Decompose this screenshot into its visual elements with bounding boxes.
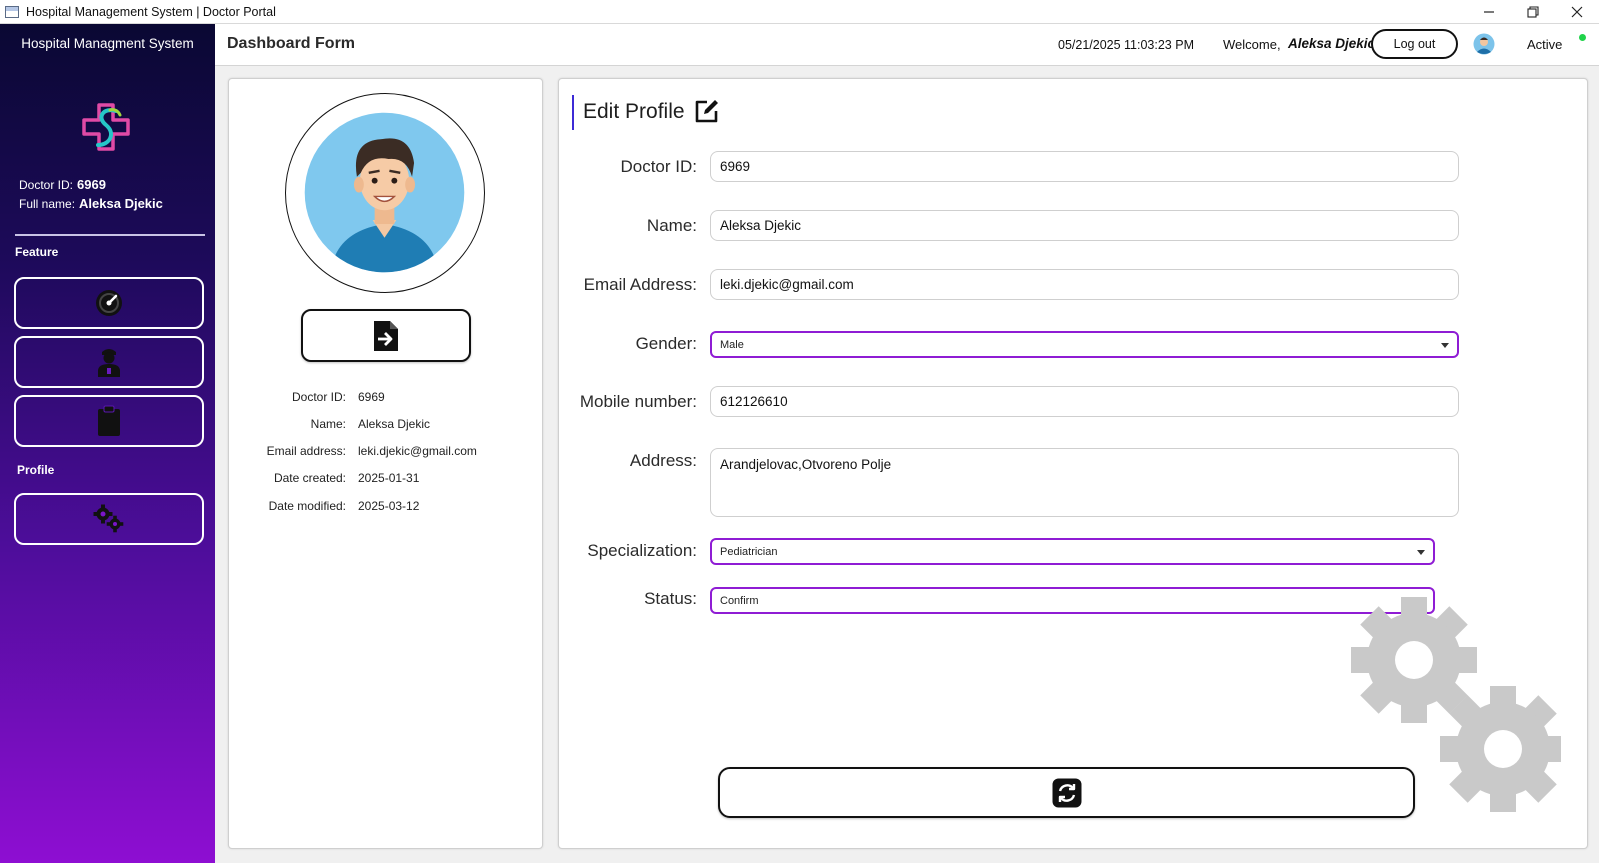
sidebar-heading-profile: Profile xyxy=(17,463,55,477)
chevron-down-icon xyxy=(1417,550,1425,555)
gears-icon xyxy=(93,504,124,533)
doctor-avatar-icon xyxy=(304,112,465,273)
specialization-select[interactable]: Pediatrician xyxy=(710,538,1435,565)
file-import-icon xyxy=(374,320,398,351)
datetime-text: 05/21/2025 11:03:23 PM xyxy=(1058,38,1194,52)
profile-row-label: Doctor ID: xyxy=(291,390,346,404)
restore-icon xyxy=(1527,6,1539,18)
minimize-button[interactable] xyxy=(1467,0,1511,24)
status-select-value: Confirm xyxy=(720,594,759,607)
import-photo-button[interactable] xyxy=(301,309,471,362)
dashboard-gauge-icon xyxy=(96,290,122,316)
window-title-bar: Hospital Management System | Doctor Port… xyxy=(0,0,1599,24)
profile-row-value: leki.djekic@gmail.com xyxy=(358,444,477,458)
sidebar-doctors-button[interactable] xyxy=(14,336,204,388)
gender-select[interactable]: Male xyxy=(710,331,1459,358)
mobile-number-field[interactable]: 612126610 xyxy=(710,386,1459,417)
close-icon xyxy=(1571,6,1583,18)
name-label: Name: xyxy=(646,216,697,235)
welcome-label: Welcome, xyxy=(1223,37,1281,52)
user-avatar-icon[interactable] xyxy=(1473,33,1495,55)
sidebar-doctor-id-label: Doctor ID: xyxy=(19,178,74,192)
form-title-accent xyxy=(572,95,574,130)
profile-row-date-modified: Date modified: 2025-03-12 xyxy=(229,499,544,517)
chevron-down-icon xyxy=(1441,343,1449,348)
edit-profile-title: Edit Profile xyxy=(583,100,685,123)
sidebar-full-name: Full name: Aleksa Djekic xyxy=(19,196,163,211)
gender-label: Gender: xyxy=(635,334,697,353)
profile-row-value: 6969 xyxy=(358,390,385,404)
profile-avatar xyxy=(285,93,485,293)
restore-button[interactable] xyxy=(1511,0,1555,24)
profile-card-panel: Doctor ID: 6969 Name: Aleksa Djekic Emai… xyxy=(228,78,543,849)
welcome-user-name: Aleksa Djekic xyxy=(1288,36,1376,51)
profile-row-value: 2025-03-12 xyxy=(358,499,420,513)
sidebar-doctor-id: Doctor ID: 6969 xyxy=(19,177,106,192)
profile-row-label: Date created: xyxy=(273,471,346,485)
sidebar-settings-button[interactable] xyxy=(14,493,204,545)
sidebar: Hospital Managment System Doctor ID: 6969… xyxy=(0,24,215,863)
sidebar-dashboard-button[interactable] xyxy=(14,277,204,329)
mobile-label: Mobile number: xyxy=(579,392,697,411)
profile-row-doctor-id: Doctor ID: 6969 xyxy=(229,390,544,408)
sidebar-appointments-button[interactable] xyxy=(14,395,204,447)
status-select[interactable]: Confirm xyxy=(710,587,1435,614)
profile-row-date-created: Date created: 2025-01-31 xyxy=(229,471,544,489)
profile-row-label: Name: xyxy=(310,417,346,431)
app-window-icon xyxy=(5,5,19,18)
email-field[interactable]: leki.djekic@gmail.com xyxy=(710,269,1459,300)
sidebar-heading-feature: Feature xyxy=(15,245,59,259)
specialization-select-value: Pediatrician xyxy=(720,545,778,558)
specialization-label: Specialization: xyxy=(587,541,697,560)
doctor-id-label: Doctor ID: xyxy=(620,157,697,176)
close-button[interactable] xyxy=(1555,0,1599,24)
email-label: Email Address: xyxy=(583,275,697,294)
profile-row-value: 2025-01-31 xyxy=(358,471,420,485)
status-text: Active xyxy=(1527,37,1563,52)
status-indicator-dot xyxy=(1579,34,1586,41)
profile-row-name: Name: Aleksa Djekic xyxy=(229,417,544,435)
sidebar-divider xyxy=(15,234,205,236)
gender-select-value: Male xyxy=(720,338,744,351)
sidebar-full-name-label: Full name: xyxy=(19,197,76,211)
name-field[interactable]: Aleksa Djekic xyxy=(710,210,1459,241)
profile-row-value: Aleksa Djekic xyxy=(358,417,431,431)
minimize-icon xyxy=(1484,11,1494,13)
edit-profile-panel: Edit Profile Doctor ID: 6969 Name: Aleks… xyxy=(558,78,1588,849)
logout-button[interactable]: Log out xyxy=(1371,29,1458,59)
profile-row-email: Email address: leki.djekic@gmail.com xyxy=(229,444,544,462)
sidebar-doctor-id-value: 6969 xyxy=(77,177,106,192)
clipboard-icon xyxy=(98,405,120,436)
profile-row-label: Date modified: xyxy=(268,499,346,513)
sidebar-app-title: Hospital Managment System xyxy=(21,36,194,51)
refresh-icon xyxy=(1052,778,1081,807)
top-header: Dashboard Form 05/21/2025 11:03:23 PM We… xyxy=(215,24,1599,66)
doctor-icon xyxy=(98,349,120,377)
update-profile-button[interactable] xyxy=(718,767,1415,818)
page-title: Dashboard Form xyxy=(227,35,356,52)
address-textarea[interactable]: Arandjelovac,Otvoreno Polje xyxy=(710,448,1459,517)
sidebar-full-name-value: Aleksa Djekic xyxy=(79,196,163,211)
edit-icon xyxy=(695,100,718,123)
window-title: Hospital Management System | Doctor Port… xyxy=(26,4,276,19)
hospital-logo-icon xyxy=(82,103,130,151)
address-label: Address: xyxy=(629,451,697,470)
doctor-id-field[interactable]: 6969 xyxy=(710,151,1459,182)
profile-row-label: Email address: xyxy=(266,444,346,458)
status-label: Status: xyxy=(644,589,697,608)
